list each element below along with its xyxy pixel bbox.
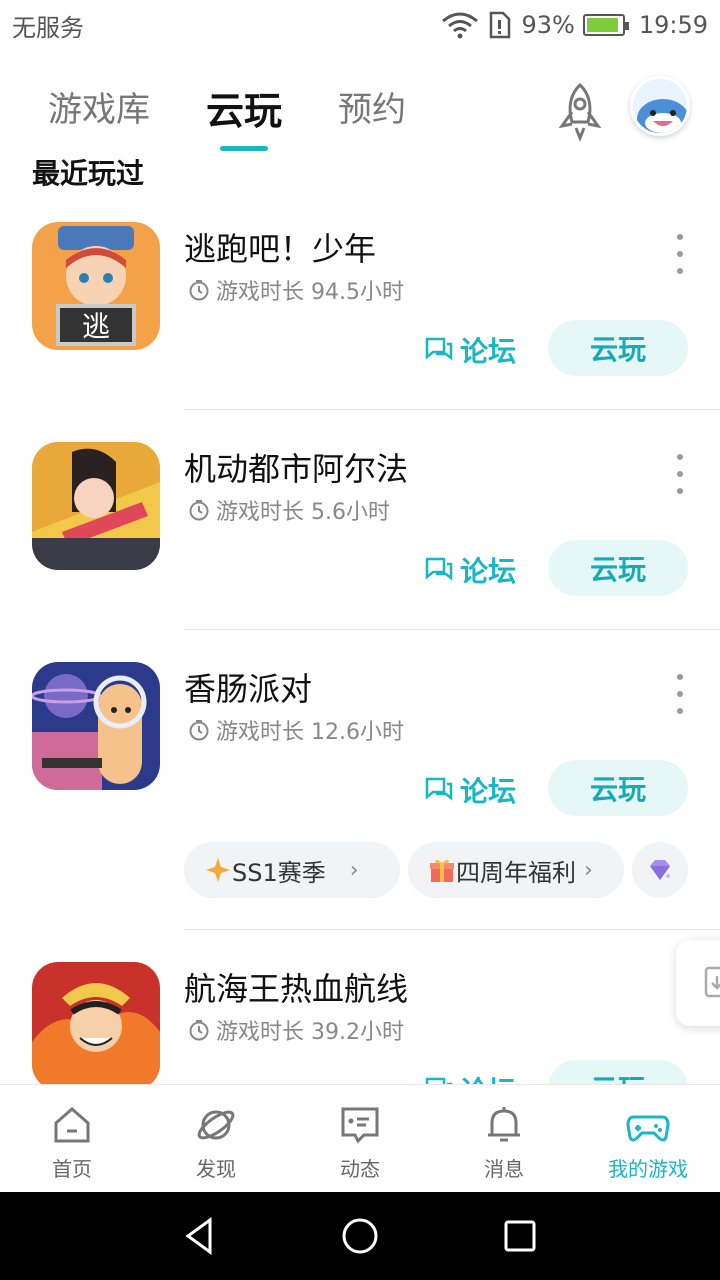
cloud-play-button[interactable]: 云玩 <box>548 760 688 816</box>
cloud-play-button[interactable]: 云玩 <box>548 320 688 376</box>
play-time-text: 游戏时长 39.2小时 <box>216 1020 404 1045</box>
forum-label: 论坛 <box>460 1070 516 1084</box>
play-time: 游戏时长 5.6小时 <box>188 494 390 526</box>
sim-alert-icon <box>490 11 511 39</box>
game-name: 逃跑吧！少年 <box>184 230 377 268</box>
escape-game-icon[interactable]: 逃 <box>32 222 160 350</box>
svg-text:逃: 逃 <box>82 310 110 343</box>
chip-anniversary[interactable]: 四周年福利 › <box>408 842 624 898</box>
more-options-icon[interactable] <box>670 234 690 274</box>
nav-item-discover[interactable]: 发现 <box>144 1085 288 1193</box>
bell-icon <box>488 1107 520 1142</box>
game-item-one-piece[interactable]: 航海王热血航线 游戏时长 39.2小时 论坛 云玩 <box>0 962 720 1084</box>
tab-reservation[interactable]: 预约 <box>338 82 406 131</box>
rocket-icon[interactable] <box>556 82 604 142</box>
chip-label: SS1赛季 <box>232 858 326 887</box>
back-icon[interactable] <box>178 1214 222 1258</box>
game-name: 机动都市阿尔法 <box>184 450 409 488</box>
nav-item-home[interactable]: 首页 <box>0 1085 144 1193</box>
play-time: 游戏时长 39.2小时 <box>188 1014 404 1046</box>
chip-season[interactable]: SS1赛季 › <box>184 842 400 898</box>
battery-level-fill <box>586 18 619 32</box>
tab-cloud-play[interactable]: 云玩 <box>206 80 282 135</box>
forum-icon <box>425 557 453 581</box>
wifi-icon <box>442 12 479 39</box>
cloud-play-button[interactable]: 云玩 <box>548 1060 688 1084</box>
status-indicators: 93% 19:59 <box>441 11 708 39</box>
sparkle-icon <box>206 858 230 882</box>
timer-icon <box>189 280 209 301</box>
nav-item-feed[interactable]: 动态 <box>288 1085 432 1193</box>
more-options-icon[interactable] <box>670 674 690 714</box>
nav-item-messages[interactable]: 消息 <box>432 1085 576 1193</box>
screen: 无服务 93% 19:59 游戏库 云玩 预约 最近玩过 逃 逃跑吧！少年 游戏… <box>0 0 720 1280</box>
nav-label: 发现 <box>196 1157 236 1181</box>
nav-label: 首页 <box>52 1157 92 1181</box>
forum-button[interactable]: 论坛 <box>424 768 516 812</box>
status-bar: 无服务 93% 19:59 <box>0 0 720 50</box>
forum-label: 论坛 <box>460 775 517 808</box>
activity-chips: SS1赛季 › 四周年福利 › <box>0 842 720 898</box>
bottom-nav-bar: 首页 发现 动态 消息 我的游戏 <box>0 1084 720 1192</box>
divider <box>184 629 720 630</box>
forum-icon <box>425 1077 453 1084</box>
play-time-text: 游戏时长 12.6小时 <box>216 720 404 745</box>
carrier-text: 无服务 <box>12 13 84 42</box>
chip-label: 四周年福利 <box>456 858 576 887</box>
battery-percent: 93% <box>521 11 575 39</box>
forum-label: 论坛 <box>460 335 517 368</box>
nav-item-my-games[interactable]: 我的游戏 <box>576 1085 720 1193</box>
forum-icon <box>425 337 453 361</box>
game-name: 香肠派对 <box>184 670 313 708</box>
tab-game-library[interactable]: 游戏库 <box>48 82 150 131</box>
system-nav-bar <box>0 1192 720 1280</box>
nav-label: 我的游戏 <box>608 1157 688 1181</box>
forum-button[interactable]: 论坛 <box>424 1068 516 1084</box>
timer-icon <box>189 1020 209 1041</box>
message-icon <box>341 1107 379 1144</box>
forum-button[interactable]: 论坛 <box>424 328 516 372</box>
chevron-right-icon: › <box>349 857 359 883</box>
user-avatar[interactable] <box>630 76 690 136</box>
game-item-sausage[interactable]: 香肠派对 游戏时长 12.6小时 论坛 云玩 SS1赛季 › 四周年福利 › <box>0 662 720 902</box>
nav-label: 消息 <box>484 1157 524 1181</box>
floating-download-widget[interactable] <box>676 940 720 1026</box>
divider <box>184 929 720 930</box>
timer-icon <box>189 500 209 521</box>
forum-label: 论坛 <box>460 555 517 588</box>
recents-icon[interactable] <box>498 1214 542 1258</box>
divider <box>184 409 720 410</box>
play-time: 游戏时长 12.6小时 <box>188 714 404 746</box>
game-name: 航海王热血航线 <box>184 970 409 1008</box>
play-time-text: 游戏时长 5.6小时 <box>216 500 390 525</box>
planet-icon <box>197 1110 235 1140</box>
play-time-text: 游戏时长 94.5小时 <box>216 280 404 305</box>
avatar-shark-icon <box>633 79 687 133</box>
active-tab-indicator <box>220 146 268 151</box>
cloud-play-button[interactable]: 云玩 <box>548 540 688 596</box>
play-time: 游戏时长 94.5小时 <box>188 274 404 306</box>
chevron-right-icon: › <box>584 857 593 883</box>
forum-button[interactable]: 论坛 <box>424 548 516 592</box>
game-item-escape[interactable]: 逃 逃跑吧！少年 游戏时长 94.5小时 论坛 云玩 <box>0 222 720 410</box>
section-title-recent: 最近玩过 <box>32 157 145 190</box>
top-tab-bar: 游戏库 云玩 预约 <box>0 70 720 160</box>
clock: 19:59 <box>638 11 708 39</box>
more-options-icon[interactable] <box>670 454 690 494</box>
chip-diamond[interactable] <box>632 842 688 898</box>
nav-label: 动态 <box>340 1157 380 1181</box>
one-piece-game-icon[interactable] <box>32 962 160 1084</box>
home-icon <box>54 1107 90 1143</box>
alpha-city-game-icon[interactable] <box>32 442 160 570</box>
timer-icon <box>189 720 209 741</box>
gift-icon <box>430 859 454 882</box>
sausage-party-game-icon[interactable] <box>32 662 160 790</box>
forum-icon <box>425 777 453 801</box>
home-circle-icon[interactable] <box>338 1214 382 1258</box>
game-item-alpha[interactable]: 机动都市阿尔法 游戏时长 5.6小时 论坛 云玩 <box>0 442 720 630</box>
gamepad-icon <box>626 1115 670 1142</box>
download-icon <box>704 966 720 998</box>
battery-icon <box>582 14 629 36</box>
diamond-icon <box>650 860 670 880</box>
